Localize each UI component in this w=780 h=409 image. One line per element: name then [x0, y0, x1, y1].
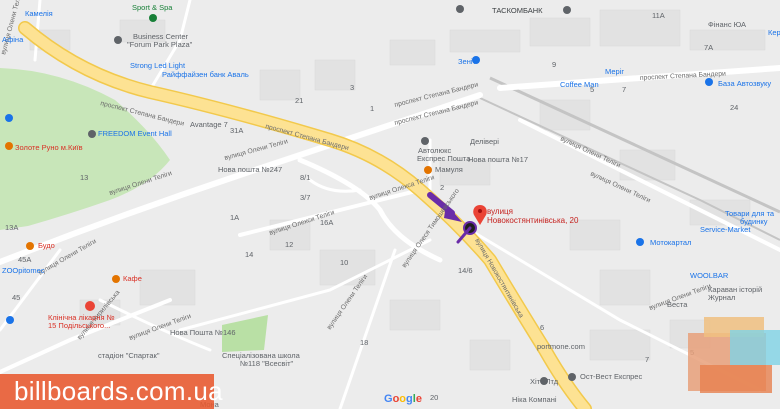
poi-hitt: Хітт Лтд [530, 377, 559, 386]
svg-text:13А: 13А [5, 223, 18, 232]
poi-nova-poshta-146: Нова Пошта №146 [170, 328, 236, 337]
poi-motokartal: Мотокартал [650, 238, 691, 247]
poi-budo: Будо [38, 241, 55, 250]
poi-zenit: Зеніт [458, 57, 477, 66]
poi-avantage: Avantage 7 [190, 120, 228, 129]
poi-kafe: Кафе [123, 274, 142, 283]
food-icon [424, 166, 432, 174]
poi-ost-vest: Ост-Вест Експрес [580, 372, 642, 381]
poi-mamulia: Мамуля [435, 165, 463, 174]
poi-sport-spa: Sport & Spa [132, 3, 173, 12]
poi-nika: Ніка Компані [512, 395, 557, 404]
bank-icon-2 [563, 6, 571, 14]
poi-tascombank: ТАСКОМБАНК [492, 6, 543, 15]
svg-text:Новокостянтинівська, 20: Новокостянтинівська, 20 [487, 216, 579, 225]
svg-text:1А: 1А [230, 213, 239, 222]
poi-stadion: стадіон "Спартак" [98, 351, 160, 360]
shop-icon-3 [6, 316, 14, 324]
poi-raiffeisen: Райффайзен банк Аваль [162, 70, 249, 79]
svg-text:9: 9 [552, 60, 556, 69]
svg-text:24: 24 [730, 103, 738, 112]
google-logo: Google [384, 393, 422, 405]
poi-zoloto: Золоте Руно м.Київ [15, 143, 83, 152]
map-canvas[interactable]: проспект Степана Бандери проспект Степан… [0, 0, 780, 409]
poi-likarnia-2: 15 Подільського... [48, 321, 110, 330]
shop-icon-5 [705, 78, 713, 86]
svg-text:5: 5 [590, 85, 594, 94]
spa-icon [149, 14, 157, 22]
office-icon [114, 36, 122, 44]
poi-zoopitomets: ZOOpitomec [2, 266, 45, 275]
poi-service-market: Service-Market [700, 225, 751, 234]
bank-icon [456, 5, 464, 13]
svg-text:13: 13 [80, 173, 88, 182]
poi-baza-avtozvuku: База Автозвуку [718, 79, 771, 88]
svg-text:3/7: 3/7 [300, 193, 310, 202]
poi-kameliia: Камелія [25, 9, 53, 18]
svg-text:6: 6 [540, 323, 544, 332]
poi-strong-led: Strong Led Light [130, 61, 186, 70]
poi-kerov: Кер [768, 28, 780, 37]
poi-avtolyuks-2: Експрес Пошта [417, 154, 471, 163]
svg-text:3: 3 [350, 83, 354, 92]
parcel-icon [421, 137, 429, 145]
svg-text:10: 10 [340, 258, 348, 267]
svg-text:1: 1 [370, 104, 374, 113]
shop-icon-6 [5, 114, 13, 122]
svg-text:7: 7 [622, 85, 626, 94]
svg-text:21: 21 [295, 96, 303, 105]
svg-text:31А: 31А [230, 126, 243, 135]
svg-text:45А: 45А [18, 255, 31, 264]
svg-text:16А: 16А [320, 218, 333, 227]
poi-afina: Афіна [2, 35, 24, 44]
poi-portmone: portmone.com [537, 342, 585, 351]
poi-nova-poshta-247: Нова пошта №247 [218, 165, 282, 174]
svg-text:14/6: 14/6 [458, 266, 473, 275]
poi-woolbar: WOOLBAR [690, 271, 729, 280]
svg-text:8/1: 8/1 [300, 173, 310, 182]
shop-icon-2 [26, 242, 34, 250]
watermark: billboards.com.ua [0, 374, 223, 409]
svg-text:7А: 7А [704, 43, 713, 52]
shop-icon-4 [636, 238, 644, 246]
watermark-text: billboards.com.ua [14, 376, 223, 406]
hospital-icon [85, 301, 95, 311]
svg-text:20: 20 [430, 393, 438, 402]
svg-text:7: 7 [645, 355, 649, 364]
poi-karavan-2: Журнал [708, 293, 735, 302]
poi-nova-poshta-17: Нова пошта №17 [468, 155, 528, 164]
poi-forum-park: "Forum Park Plaza" [127, 40, 193, 49]
svg-text:2: 2 [440, 183, 444, 192]
svg-text:45: 45 [12, 293, 20, 302]
poi-freedom: FREEDOM Event Hall [98, 129, 172, 138]
svg-text:14: 14 [245, 250, 253, 259]
svg-text:18: 18 [360, 338, 368, 347]
office-icon-2 [568, 373, 576, 381]
poi-vesta: Веста [667, 300, 688, 309]
poi-finans: Фінанс ЮА [708, 20, 746, 29]
poi-tovary-2: будинку [740, 217, 768, 226]
poi-school-2: №118 "Всесвіт" [240, 359, 294, 368]
poi-delivery: Делівері [470, 137, 499, 146]
svg-text:вулиця: вулиця [487, 207, 513, 216]
event-icon [88, 130, 96, 138]
svg-text:12: 12 [285, 240, 293, 249]
cafe-icon [112, 275, 120, 283]
svg-text:11А: 11А [652, 11, 665, 20]
poi-meridian: Меріг [605, 67, 624, 76]
shop-icon [5, 142, 13, 150]
